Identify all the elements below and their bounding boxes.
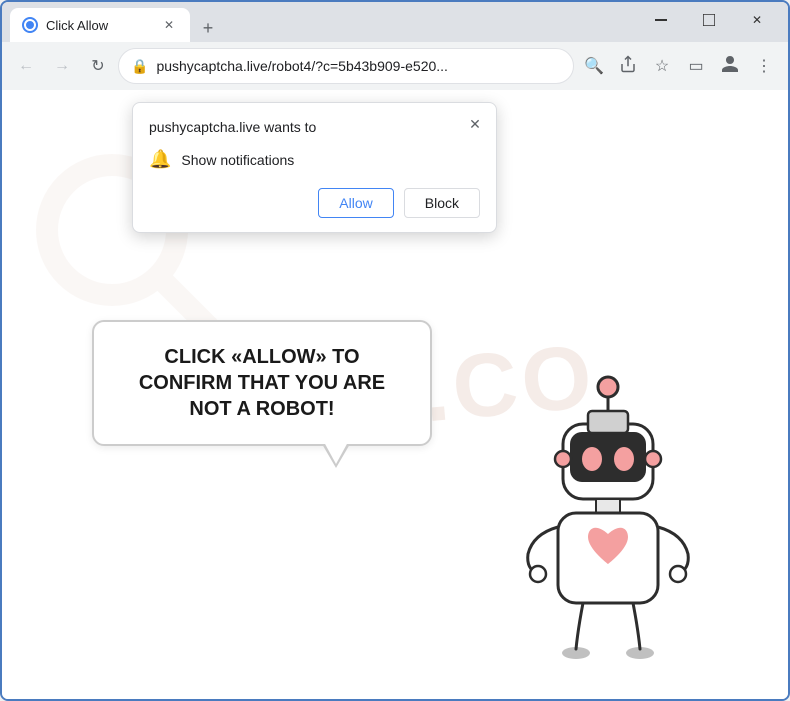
bell-icon: 🔔: [149, 149, 171, 170]
close-button[interactable]: ✕: [734, 3, 780, 37]
content-area: RISK.CO ✕ pushycaptcha.live wants to 🔔 S…: [2, 90, 788, 699]
robot-character: [488, 369, 728, 689]
title-bar: Click Allow ✕ + ✕: [2, 2, 788, 42]
browser-window: Click Allow ✕ + ✕ ← → ↻ 🔒 pushycaptc: [0, 0, 790, 701]
navigation-bar: ← → ↻ 🔒 pushycaptcha.live/robot4/?c=5b43…: [2, 42, 788, 90]
address-text: pushycaptcha.live/robot4/?c=5b43b909-e52…: [156, 58, 561, 74]
popup-row-text: Show notifications: [181, 152, 294, 168]
reload-icon: ↻: [91, 56, 104, 76]
reload-button[interactable]: ↻: [82, 50, 114, 82]
profile-icon: [720, 54, 740, 79]
allow-button[interactable]: Allow: [318, 188, 393, 218]
back-button[interactable]: ←: [10, 50, 42, 82]
window-controls: ✕: [638, 3, 780, 41]
bubble-text: CLICK «ALLOW» TO CONFIRM THAT YOU ARE NO…: [139, 346, 385, 420]
share-button[interactable]: [612, 50, 644, 82]
address-bar[interactable]: 🔒 pushycaptcha.live/robot4/?c=5b43b909-e…: [118, 48, 574, 84]
popup-close-icon: ✕: [469, 116, 481, 133]
menu-button[interactable]: ⋮: [748, 50, 780, 82]
notification-popup: ✕ pushycaptcha.live wants to 🔔 Show noti…: [132, 102, 497, 233]
popup-buttons: Allow Block: [149, 188, 480, 218]
maximize-button[interactable]: [686, 3, 732, 37]
block-button[interactable]: Block: [404, 188, 480, 218]
split-view-button[interactable]: ▭: [680, 50, 712, 82]
forward-button[interactable]: →: [46, 50, 78, 82]
search-button[interactable]: 🔍: [578, 50, 610, 82]
forward-icon: →: [54, 57, 70, 75]
active-tab[interactable]: Click Allow ✕: [10, 8, 190, 42]
tab-favicon: [22, 17, 38, 33]
new-tab-button[interactable]: +: [194, 14, 222, 42]
search-icon: 🔍: [584, 56, 604, 76]
profile-button[interactable]: [714, 50, 746, 82]
tab-title: Click Allow: [46, 18, 152, 33]
speech-bubble: CLICK «ALLOW» TO CONFIRM THAT YOU ARE NO…: [92, 320, 432, 446]
popup-header: pushycaptcha.live wants to: [149, 119, 480, 135]
minimize-button[interactable]: [638, 3, 684, 37]
popup-close-button[interactable]: ✕: [464, 113, 486, 135]
popup-notification-row: 🔔 Show notifications: [149, 149, 480, 170]
tab-close-btn[interactable]: ✕: [160, 16, 178, 34]
bookmark-icon: ☆: [655, 56, 669, 76]
split-view-icon: ▭: [688, 56, 703, 76]
nav-right-icons: 🔍 ☆ ▭: [578, 50, 780, 82]
tab-area: Click Allow ✕ +: [10, 2, 638, 42]
share-icon: [619, 55, 637, 78]
bookmark-button[interactable]: ☆: [646, 50, 678, 82]
menu-icon: ⋮: [756, 56, 772, 76]
robot-svg: [488, 369, 728, 689]
back-icon: ←: [18, 57, 34, 75]
lock-icon: 🔒: [131, 58, 148, 75]
